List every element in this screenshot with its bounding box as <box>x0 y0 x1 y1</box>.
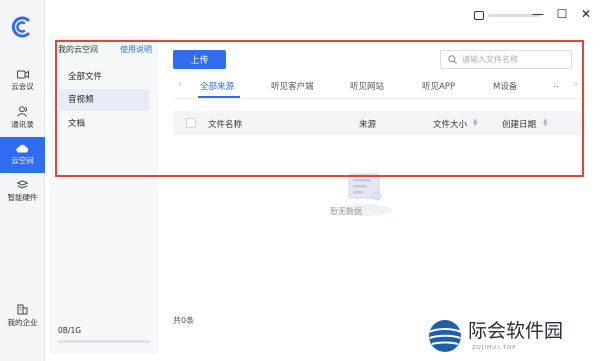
select-all-checkbox[interactable] <box>186 118 196 128</box>
folder-sidebar-title: 我的云空间 <box>58 45 98 54</box>
nav-label: 我的企业 <box>7 318 38 327</box>
nav-rail: 云会议 通讯录 云空间 智能硬件 我的企业 <box>0 0 45 361</box>
tab-m-device[interactable]: M设备 <box>493 80 517 92</box>
avatar <box>474 10 484 20</box>
upload-button[interactable]: 上传 <box>173 50 226 69</box>
watermark-subtext: ZUJIHUI.TOP <box>472 345 517 351</box>
tab-all-sources[interactable]: 全部来源 <box>200 80 234 92</box>
column-file-size[interactable]: 文件大小 <box>433 118 467 130</box>
maximize-button[interactable]: ☐ <box>556 6 568 22</box>
nav-item-contacts[interactable]: 通讯录 <box>0 100 45 136</box>
tab-overflow[interactable]: ... <box>553 80 558 90</box>
storage-usage-text: 0B/1G <box>58 326 82 335</box>
nav-label: 云会议 <box>11 82 34 91</box>
sort-icon[interactable]: ▲ ▼ <box>543 118 548 128</box>
building-icon <box>17 304 28 315</box>
folder-item-documents[interactable]: 文档 <box>58 113 149 135</box>
source-tabs: ‹ 全部来源 听见客户端 听见网站 听见APP M设备 ... › <box>173 76 585 98</box>
search-icon <box>448 55 457 64</box>
table-header: 文件名称 来源 文件大小 ▲ ▼ 创建日期 ▲ ▼ <box>173 111 585 135</box>
app-logo-icon <box>11 16 30 38</box>
chevron-left-icon[interactable]: ‹ <box>178 79 182 90</box>
contacts-icon <box>16 106 27 117</box>
sort-icon[interactable]: ▲ ▼ <box>473 118 478 128</box>
column-created-date[interactable]: 创建日期 <box>502 118 536 130</box>
nav-item-cloud-space[interactable]: 云空间 <box>0 137 45 173</box>
tabs-divider <box>173 98 585 99</box>
tab-website[interactable]: 听见网站 <box>350 80 384 92</box>
watermark-globe-icon <box>428 320 462 352</box>
layers-icon <box>17 179 28 189</box>
search-input[interactable] <box>462 55 562 64</box>
help-link[interactable]: 使用说明 <box>120 44 152 55</box>
chevron-right-icon[interactable]: › <box>574 79 578 90</box>
title-bar: — ☐ ✕ <box>45 0 600 28</box>
nav-item-enterprise[interactable]: 我的企业 <box>0 298 45 334</box>
cloud-icon <box>16 144 29 153</box>
watermark-text: 际会软件园 <box>468 320 564 342</box>
nav-label: 通讯录 <box>11 120 34 129</box>
folder-item-all-files[interactable]: 全部文件 <box>58 66 149 88</box>
main-panel: 上传 ‹ 全部来源 听见客户端 听见网站 听见APP M设备 ... › 文件名… <box>160 36 592 354</box>
watermark: 际会软件园 ZUJIHUI.TOP <box>424 312 584 361</box>
empty-state-text: 暂无数据 <box>330 207 362 216</box>
nav-item-hardware[interactable]: 智能硬件 <box>0 173 45 209</box>
column-source: 来源 <box>359 120 377 130</box>
nav-label: 智能硬件 <box>7 192 38 202</box>
column-file-name: 文件名称 <box>208 120 243 130</box>
folder-sidebar: 我的云空间 使用说明 全部文件 音视频 文档 0B/1G <box>50 36 158 354</box>
search-box[interactable] <box>440 50 572 69</box>
close-button[interactable]: ✕ <box>580 6 592 22</box>
tab-client[interactable]: 听见客户端 <box>271 80 314 92</box>
minimize-button[interactable]: — <box>532 6 544 22</box>
nav-item-meeting[interactable]: 云会议 <box>0 63 45 99</box>
storage-usage-bar <box>58 340 150 343</box>
folder-item-audio-video[interactable]: 音视频 <box>58 89 149 111</box>
item-count: 共0条 <box>173 316 195 325</box>
window-controls: — ☐ ✕ <box>532 6 592 22</box>
video-icon <box>16 70 29 79</box>
tab-app[interactable]: 听见APP <box>422 80 455 92</box>
nav-label: 云空间 <box>11 156 34 165</box>
